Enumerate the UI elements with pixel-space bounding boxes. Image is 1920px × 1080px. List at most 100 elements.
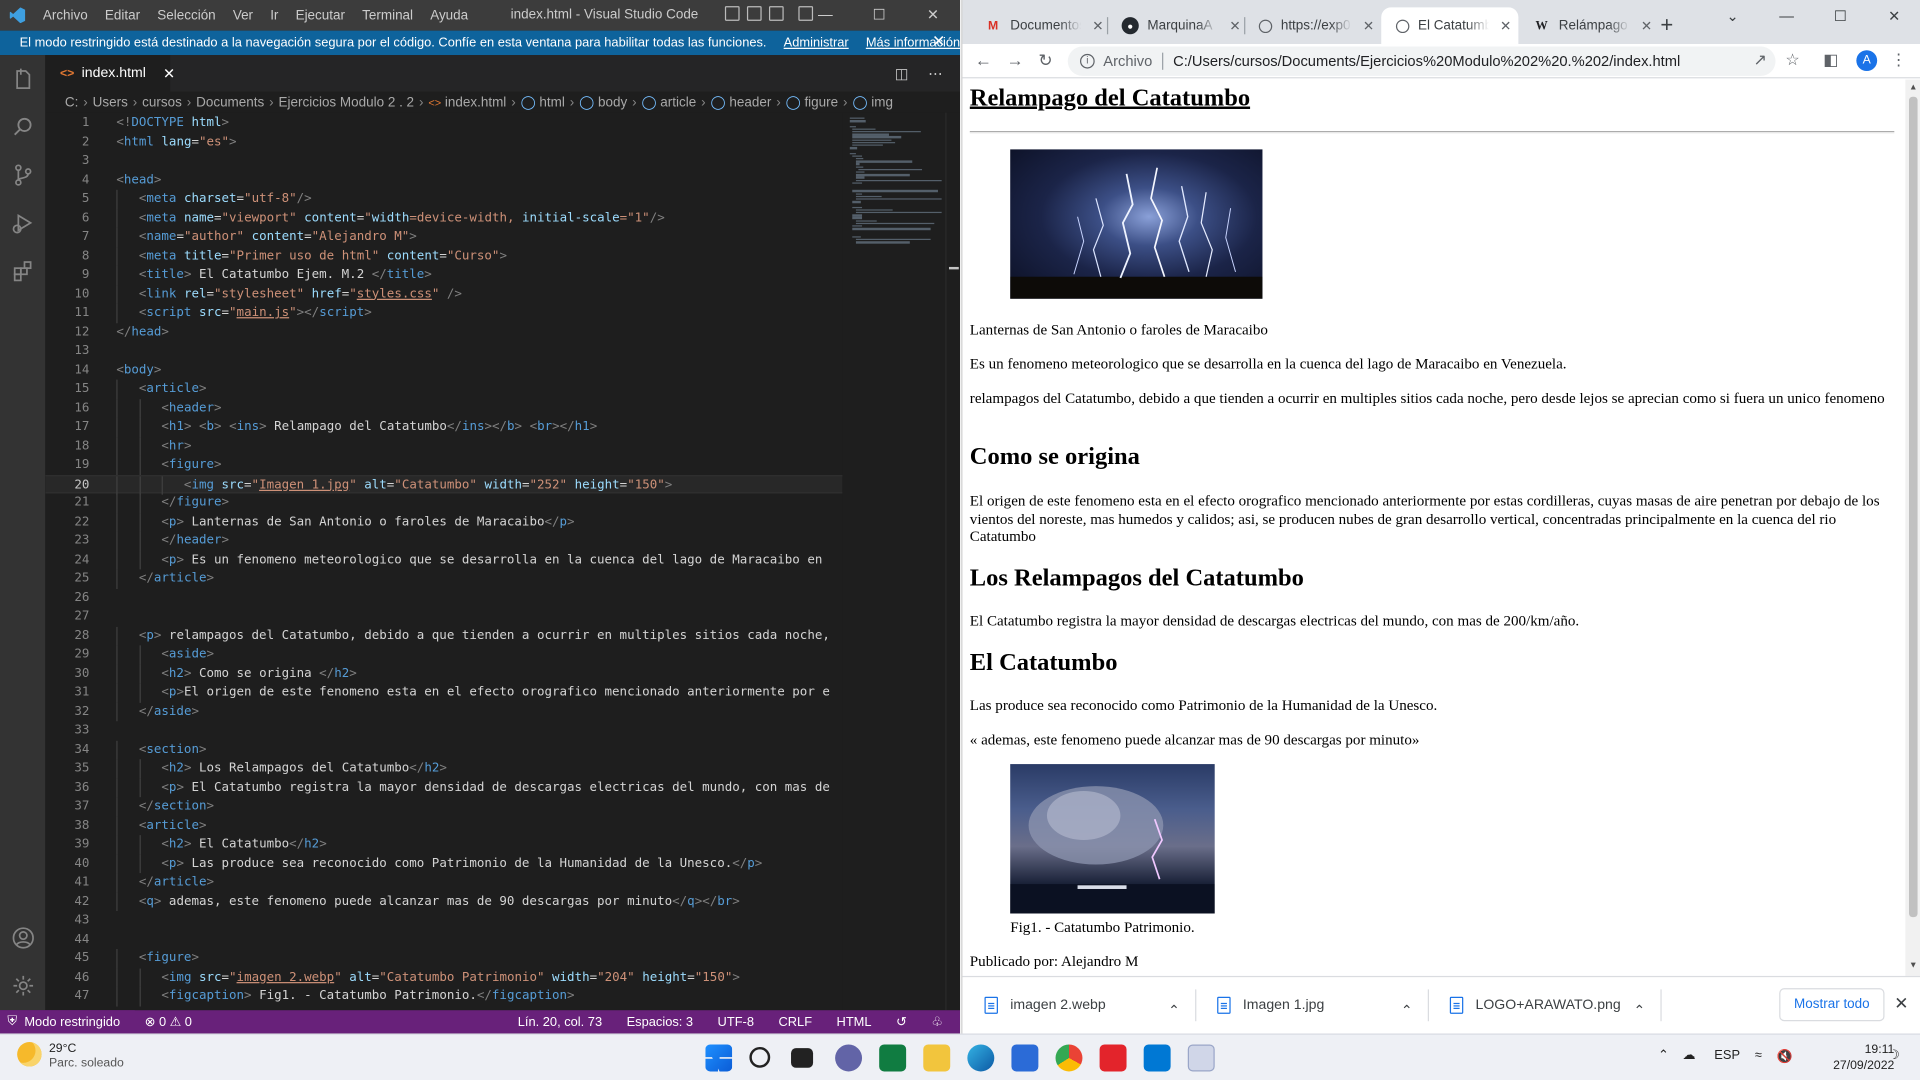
address-url[interactable]: C:/Users/cursos/Documents/Ejercicios%20M… xyxy=(1173,53,1680,70)
breadcrumb-item[interactable]: header xyxy=(729,95,771,110)
back-arrow-icon[interactable]: ← xyxy=(975,50,992,70)
profile-avatar[interactable]: A xyxy=(1856,50,1878,72)
teams-chat-icon[interactable] xyxy=(835,1044,863,1072)
notification-moon-icon[interactable]: ☽ xyxy=(1888,1048,1900,1063)
vscode-taskbar-icon[interactable] xyxy=(1143,1044,1171,1072)
cursor-position[interactable]: Lín. 20, col. 73 xyxy=(518,1014,602,1029)
browser-tab-active[interactable]: El Catatumbo ✕ xyxy=(1381,7,1519,45)
code-line[interactable]: 21 </figure> xyxy=(45,493,842,513)
tray-overflow-icon[interactable]: ⌃ xyxy=(1658,1048,1669,1063)
bookmark-star-icon[interactable]: ☆ xyxy=(1785,50,1799,70)
code-line[interactable]: 32 </aside> xyxy=(45,702,842,722)
code-editor[interactable]: 1 <!DOCTYPE html> 2 <html lang="es"> 3 4 <head… xyxy=(45,112,843,1011)
onedrive-cloud-icon[interactable]: ☁ xyxy=(1682,1048,1695,1063)
code-line[interactable]: 28 <p> relampagos del Catatumbo, debido … xyxy=(45,626,842,646)
code-line[interactable]: 30 <h2> Como se origina </h2> xyxy=(45,664,842,684)
run-debug-icon[interactable] xyxy=(11,211,35,235)
snipping-tool-icon[interactable] xyxy=(1187,1044,1215,1072)
tab-close-icon[interactable]: ✕ xyxy=(163,65,175,82)
download-item[interactable]: imagen 2.webp xyxy=(984,989,1106,1021)
system-clock[interactable]: 19:11 27/09/2022 xyxy=(1833,1042,1894,1074)
store-icon[interactable] xyxy=(1011,1044,1039,1072)
split-editor-icon[interactable]: ◫ xyxy=(895,65,909,82)
breadcrumb-item[interactable]: cursos xyxy=(142,95,182,110)
minimize-icon[interactable]: — xyxy=(798,0,852,31)
breadcrumb-item[interactable]: Ejercicios Modulo 2 . 2 xyxy=(279,95,415,110)
browser-tab[interactable]: https://exp01 ✕ xyxy=(1244,7,1381,44)
code-line[interactable]: 35 <h2> Los Relampagos del Catatumbo</h2… xyxy=(45,759,842,779)
share-icon[interactable]: ↗ xyxy=(1753,50,1766,70)
edge-browser-icon[interactable] xyxy=(967,1044,995,1072)
code-line[interactable]: 44 xyxy=(45,930,842,949)
manage-link[interactable]: Administrar xyxy=(784,36,849,51)
search-icon[interactable] xyxy=(11,115,35,139)
toggle-sidebar-icon[interactable] xyxy=(724,6,740,21)
maximize-icon[interactable]: ☐ xyxy=(1813,0,1867,32)
code-line[interactable]: 42 <q> ademas, este fenomeno puede alcan… xyxy=(45,892,842,912)
maximize-icon[interactable]: ☐ xyxy=(852,0,906,31)
code-line[interactable]: 40 <p> Las produce sea reconocido como P… xyxy=(45,854,842,874)
code-line[interactable]: 45 <figure> xyxy=(45,948,842,968)
close-icon[interactable]: ✕ xyxy=(1867,0,1920,32)
code-line[interactable]: 19 <figure> xyxy=(45,455,842,475)
code-line[interactable]: 43 xyxy=(45,911,842,930)
language-mode[interactable]: HTML xyxy=(837,1014,872,1029)
end-of-line[interactable]: CRLF xyxy=(778,1014,812,1029)
menu-archivo[interactable]: Archivo xyxy=(34,8,96,23)
code-line[interactable]: 41 </article> xyxy=(45,873,842,893)
download-item[interactable]: LOGO+ARAWATO.png xyxy=(1449,989,1621,1021)
chevron-up-icon[interactable]: ⌃ xyxy=(1633,994,1645,1026)
code-line[interactable]: 33 xyxy=(45,721,842,740)
more-actions-icon[interactable]: ⋯ xyxy=(928,65,943,82)
accounts-icon[interactable] xyxy=(11,926,35,950)
code-line[interactable]: 12 </head> xyxy=(45,323,842,342)
breadcrumb-item[interactable]: img xyxy=(871,95,893,110)
downloads-close-icon[interactable]: ✕ xyxy=(1894,993,1908,1014)
wifi-icon[interactable]: ≈ xyxy=(1755,1048,1762,1063)
search-icon[interactable] xyxy=(749,1046,771,1068)
code-line[interactable]: 20 <img src="Imagen 1.jpg" alt="Catatumb… xyxy=(45,474,843,495)
address-bar[interactable]: i Archivo C:/Users/cursos/Documents/Ejer… xyxy=(1067,46,1776,76)
breadcrumb-item[interactable]: index.html xyxy=(445,95,506,110)
forward-arrow-icon[interactable]: → xyxy=(1007,50,1024,70)
breadcrumb-item[interactable]: C: xyxy=(65,95,78,110)
breadcrumb-item[interactable]: body xyxy=(598,95,627,110)
task-view-icon[interactable] xyxy=(791,1048,814,1068)
code-line[interactable]: 46 <img src="imagen 2.webp" alt="Catatum… xyxy=(45,967,842,987)
menu-ir[interactable]: Ir xyxy=(262,8,287,23)
code-line[interactable]: 13 xyxy=(45,342,842,361)
close-icon[interactable]: ✕ xyxy=(906,0,960,31)
excel-icon[interactable] xyxy=(879,1044,907,1072)
menu-terminal[interactable]: Terminal xyxy=(354,8,422,23)
code-line[interactable]: 15 <article> xyxy=(45,379,842,399)
code-line[interactable]: 11 <script src="main.js"></script> xyxy=(45,303,842,323)
code-line[interactable]: 6 <meta name="viewport" content="width=d… xyxy=(45,208,842,228)
breadcrumb-item[interactable]: article xyxy=(660,95,696,110)
volume-mute-icon[interactable]: 🔇 xyxy=(1777,1048,1793,1064)
chevron-up-icon[interactable]: ⌃ xyxy=(1168,994,1180,1026)
code-line[interactable]: 5 <meta charset="utf-8"/> xyxy=(45,189,842,209)
menu-editar[interactable]: Editar xyxy=(96,8,148,23)
input-language[interactable]: ESP xyxy=(1714,1048,1740,1063)
menu-seleccion[interactable]: Selección xyxy=(149,8,225,23)
editor-scrollbar[interactable] xyxy=(945,112,961,1011)
code-line[interactable]: 3 xyxy=(45,152,842,171)
code-line[interactable]: 22 <p> Lanternas de San Antonio o farole… xyxy=(45,512,842,532)
code-line[interactable]: 25 </article> xyxy=(45,569,842,589)
start-windows-icon[interactable] xyxy=(705,1044,733,1072)
toggle-panel-icon[interactable] xyxy=(746,6,762,21)
menu-kebab-icon[interactable]: ⋮ xyxy=(1891,50,1907,70)
chrome-taskbar-icon[interactable] xyxy=(1055,1044,1083,1072)
encoding[interactable]: UTF-8 xyxy=(718,1014,754,1029)
acrobat-icon[interactable] xyxy=(1099,1044,1127,1072)
menu-ejecutar[interactable]: Ejecutar xyxy=(287,8,354,23)
code-line[interactable]: 14 <body> xyxy=(45,361,842,380)
info-icon[interactable]: i xyxy=(1080,53,1095,69)
code-line[interactable]: 29 <aside> xyxy=(45,645,842,665)
code-line[interactable]: 23 </header> xyxy=(45,531,842,551)
download-item[interactable]: Imagen 1.jpg xyxy=(1217,989,1324,1021)
settings-gear-icon[interactable] xyxy=(11,973,35,997)
live-share-icon[interactable]: ↺ xyxy=(896,1014,907,1029)
code-line[interactable]: 1 <!DOCTYPE html> xyxy=(45,114,842,133)
source-control-icon[interactable] xyxy=(11,163,35,187)
